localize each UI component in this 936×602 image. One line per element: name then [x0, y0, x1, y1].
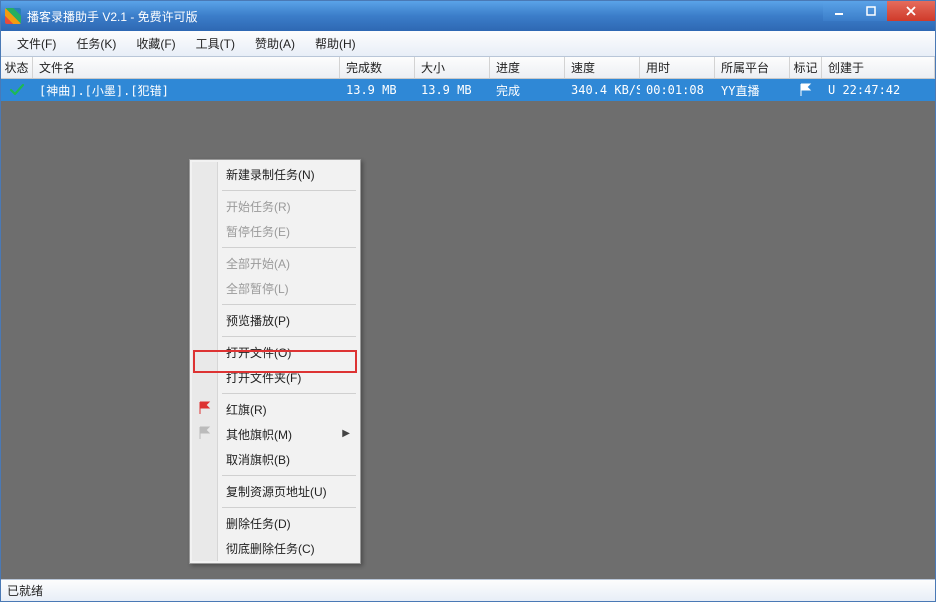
menu-help[interactable]: 帮助(H): [305, 31, 366, 56]
menu-file[interactable]: 文件(F): [7, 31, 66, 56]
task-grid[interactable]: [神曲].[小墨].[犯错] 13.9 MB 13.9 MB 完成 340.4 …: [1, 79, 935, 579]
menu-task[interactable]: 任务(K): [66, 31, 126, 56]
cell-size: 13.9 MB: [415, 79, 490, 101]
ctx-pause-all[interactable]: 全部暂停(L): [192, 276, 358, 301]
col-status[interactable]: 状态: [1, 57, 33, 78]
ctx-delete-task[interactable]: 删除任务(D): [192, 511, 358, 536]
status-bar: 已就绪: [1, 579, 935, 601]
ctx-other-flags-label: 其他旗帜(M): [226, 428, 292, 442]
separator: [222, 507, 356, 508]
cell-completed: 13.9 MB: [340, 79, 415, 101]
col-progress[interactable]: 进度: [490, 57, 565, 78]
col-flag[interactable]: 标记: [790, 57, 822, 78]
app-window: 播客录播助手 V2.1 - 免费许可版 文件(F) 任务(K) 收藏(F) 工具…: [0, 0, 936, 602]
menu-tools[interactable]: 工具(T): [186, 31, 245, 56]
status-text: 已就绪: [7, 582, 43, 599]
cell-platform: YY直播: [715, 79, 790, 101]
task-row[interactable]: [神曲].[小墨].[犯错] 13.9 MB 13.9 MB 完成 340.4 …: [1, 79, 935, 101]
minimize-button[interactable]: [823, 1, 855, 21]
menu-favorite[interactable]: 收藏(F): [126, 31, 185, 56]
ctx-preview[interactable]: 预览播放(P): [192, 308, 358, 333]
window-buttons: [823, 1, 935, 21]
ctx-start-task[interactable]: 开始任务(R): [192, 194, 358, 219]
cell-created: U 22:47:42: [822, 79, 935, 101]
separator: [222, 304, 356, 305]
red-flag-icon: [198, 401, 212, 415]
col-size[interactable]: 大小: [415, 57, 490, 78]
separator: [222, 336, 356, 337]
context-menu: 新建录制任务(N) 开始任务(R) 暂停任务(E) 全部开始(A) 全部暂停(L…: [189, 159, 361, 564]
separator: [222, 247, 356, 248]
close-button[interactable]: [887, 1, 935, 21]
separator: [222, 190, 356, 191]
col-created[interactable]: 创建于: [822, 57, 935, 78]
ctx-pause-task[interactable]: 暂停任务(E): [192, 219, 358, 244]
separator: [222, 475, 356, 476]
ctx-red-flag[interactable]: 红旗(R): [192, 397, 358, 422]
maximize-button[interactable]: [855, 1, 887, 21]
col-elapsed[interactable]: 用时: [640, 57, 715, 78]
ctx-other-flags[interactable]: 其他旗帜(M) ▶: [192, 422, 358, 447]
cell-filename: [神曲].[小墨].[犯错]: [33, 79, 340, 101]
cell-elapsed: 00:01:08: [640, 79, 715, 101]
cell-progress: 完成: [490, 79, 565, 101]
grey-flag-icon: [198, 426, 212, 440]
status-icon: [1, 79, 33, 101]
col-filename[interactable]: 文件名: [33, 57, 340, 78]
separator: [222, 393, 356, 394]
menu-bar: 文件(F) 任务(K) 收藏(F) 工具(T) 赞助(A) 帮助(H): [1, 31, 935, 57]
cell-speed: 340.4 KB/S: [565, 79, 640, 101]
submenu-arrow-icon: ▶: [342, 428, 350, 439]
ctx-open-folder[interactable]: 打开文件夹(F): [192, 365, 358, 390]
col-platform[interactable]: 所属平台: [715, 57, 790, 78]
column-headers: 状态 文件名 完成数 大小 进度 速度 用时 所属平台 标记 创建于: [1, 57, 935, 79]
col-speed[interactable]: 速度: [565, 57, 640, 78]
ctx-new-task[interactable]: 新建录制任务(N): [192, 162, 358, 187]
ctx-start-all[interactable]: 全部开始(A): [192, 251, 358, 276]
cell-flag-icon: [790, 79, 822, 101]
titlebar[interactable]: 播客录播助手 V2.1 - 免费许可版: [1, 1, 935, 31]
ctx-open-file[interactable]: 打开文件(O): [192, 340, 358, 365]
ctx-copy-url[interactable]: 复制资源页地址(U): [192, 479, 358, 504]
menu-sponsor[interactable]: 赞助(A): [245, 31, 305, 56]
ctx-red-flag-label: 红旗(R): [226, 403, 267, 417]
ctx-delete-perm[interactable]: 彻底删除任务(C): [192, 536, 358, 561]
ctx-clear-flag[interactable]: 取消旗帜(B): [192, 447, 358, 472]
col-completed[interactable]: 完成数: [340, 57, 415, 78]
window-title: 播客录播助手 V2.1 - 免费许可版: [27, 8, 198, 25]
app-icon: [5, 8, 21, 24]
